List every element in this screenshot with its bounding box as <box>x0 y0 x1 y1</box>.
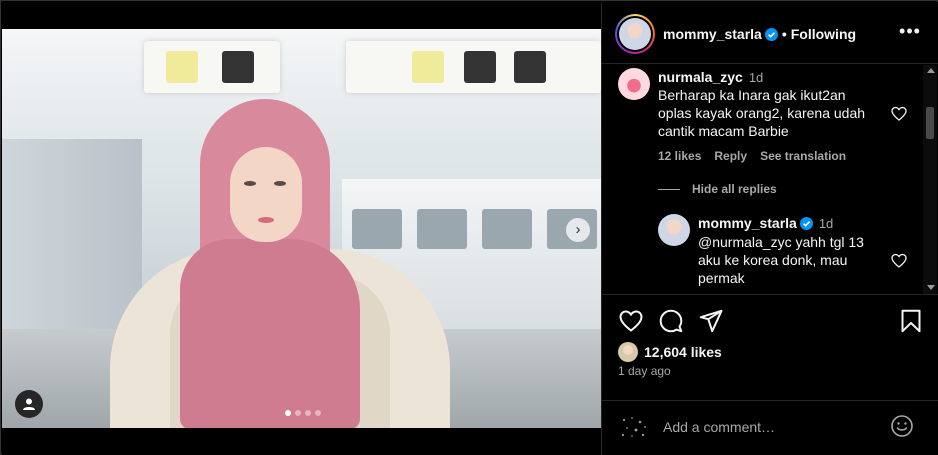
scroll-thumb[interactable] <box>926 107 934 139</box>
bookmark-icon[interactable] <box>898 308 924 334</box>
woman-in-hijab <box>110 99 450 428</box>
verified-badge-icon <box>764 28 778 41</box>
scroll-down-arrow-icon[interactable] <box>927 285 935 290</box>
comments-list: nurmala_zyc 1d Berharap ka Inara gak ikut… <box>602 65 938 295</box>
verified-badge-icon <box>799 217 813 230</box>
station-sign <box>346 41 601 93</box>
comment-bubble-icon[interactable] <box>658 308 684 334</box>
comment-avatar[interactable] <box>618 68 650 100</box>
reply-text: @nurmala_zyc yahh tgl 13 aku ke korea do… <box>698 233 898 287</box>
comment-actions: 12 likes Reply See translation <box>658 149 846 163</box>
comment-likes[interactable]: 12 likes <box>658 149 701 163</box>
add-comment-bar <box>602 400 938 455</box>
reply-time: 1d <box>818 216 834 231</box>
more-horizontal-icon[interactable]: ••• <box>899 22 921 42</box>
add-comment-input[interactable] <box>663 417 893 437</box>
heart-icon[interactable] <box>891 106 907 122</box>
post-photo[interactable] <box>2 29 601 428</box>
reply-line: permak <box>698 270 745 286</box>
comment-time: 1d <box>748 70 764 85</box>
sticker-icon[interactable] <box>618 414 650 440</box>
reply-line: @nurmala_zyc yahh tgl 13 <box>698 234 864 250</box>
comment-line: oplas kayak orang2, karena udah <box>658 105 866 121</box>
heart-icon[interactable] <box>891 253 907 269</box>
carousel-dot <box>295 410 301 416</box>
likes-row: 12,604 likes <box>618 342 722 362</box>
hide-replies-button[interactable]: Hide all replies <box>658 182 777 196</box>
post-timestamp[interactable]: 1 day ago <box>618 364 671 378</box>
comments-scrollbar[interactable] <box>923 65 937 294</box>
comment-header: nurmala_zyc 1d <box>658 69 763 85</box>
hide-replies-label: Hide all replies <box>692 182 777 196</box>
chevron-right-icon[interactable]: › <box>566 218 590 242</box>
reply-avatar[interactable] <box>658 214 690 246</box>
see-translation-button[interactable]: See translation <box>760 149 846 163</box>
divider <box>658 188 680 190</box>
likes-count[interactable]: 12,604 likes <box>644 344 722 360</box>
reply-header: mommy_starla 1d <box>698 215 833 231</box>
emoji-icon[interactable] <box>890 414 914 438</box>
liker-avatar[interactable] <box>618 342 638 362</box>
separator: • <box>781 26 787 42</box>
scroll-up-arrow-icon[interactable] <box>927 68 935 73</box>
carousel-dot <box>305 410 311 416</box>
carousel-dots <box>285 410 321 416</box>
carousel-dot <box>285 410 291 416</box>
reply-button[interactable]: Reply <box>714 149 747 163</box>
username[interactable]: mommy_starla <box>663 26 762 42</box>
reply-line: aku ke korea donk, mau <box>698 252 848 268</box>
carousel-dot <box>315 410 321 416</box>
comment-username[interactable]: nurmala_zyc <box>658 69 743 85</box>
comment-text: Berharap ka Inara gak ikut2an oplas kaya… <box>658 86 898 140</box>
post-header: mommy_starla • Following ••• <box>602 2 938 64</box>
station-sign <box>144 41 280 93</box>
like-heart-icon[interactable] <box>618 308 644 334</box>
reply-username[interactable]: mommy_starla <box>698 215 797 231</box>
comment-line: cantik macam Barbie <box>658 123 789 139</box>
user-tag-icon[interactable] <box>15 390 43 418</box>
header-user-line: mommy_starla • Following <box>663 26 856 42</box>
post-modal: › mommy_starla • Following ••• nurmala_z… <box>0 0 938 455</box>
comment-line: Berharap ka Inara gak ikut2an <box>658 87 846 103</box>
avatar[interactable] <box>615 14 655 54</box>
following-button[interactable]: Following <box>791 26 856 42</box>
post-actions <box>618 308 928 334</box>
share-send-icon[interactable] <box>698 308 724 334</box>
post-media: › <box>2 2 601 455</box>
post-side-panel: mommy_starla • Following ••• nurmala_zyc 1… <box>601 2 938 455</box>
